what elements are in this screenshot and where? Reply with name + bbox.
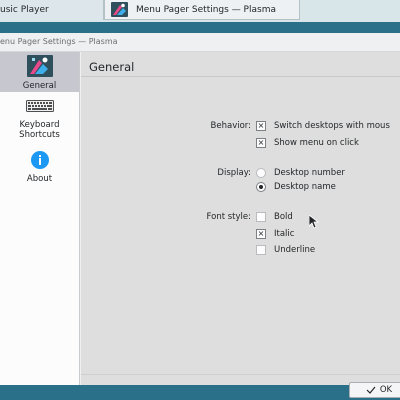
sidebar-item-general[interactable]: General [0,52,79,92]
settings-window: enu Pager Settings — Plasma General Keyb… [0,33,400,398]
checkbox-box [256,245,266,255]
ok-label: OK [379,385,393,395]
radio-circle [256,168,266,178]
desktop-name-radio[interactable]: Desktop name [256,182,336,192]
window-title: enu Pager Settings — Plasma [0,37,118,46]
underline-checkbox[interactable]: Underline [256,245,315,255]
checkbox-box: × [256,229,266,239]
checkbox-label: Switch desktops with mous [274,121,390,131]
window-titlebar[interactable]: enu Pager Settings — Plasma [0,33,400,52]
sidebar-item-keyboard-shortcuts[interactable]: Keyboard Shortcuts [0,98,79,144]
task-menu-pager-settings[interactable]: Menu Pager Settings — Plasma [104,0,300,20]
radio-label: Desktop number [274,168,345,178]
switch-desktops-checkbox[interactable]: × Switch desktops with mous [256,121,390,131]
bold-checkbox[interactable]: Bold [256,212,293,222]
sidebar-item-about[interactable]: About [0,149,79,189]
sidebar: General Keyboard Shortcuts About [0,52,80,385]
checkbox-box: × [256,121,266,131]
task-label: Menu Pager Settings — Plasma [136,4,276,15]
button-divider [81,374,400,375]
checkbox-label: Show menu on click [274,138,359,148]
checkbox-label: Bold [274,212,293,222]
checkbox-box: × [256,138,266,148]
page-title: General [89,60,135,74]
checkbox-box [256,212,266,222]
general-settings-icon [26,55,53,77]
keyboard-icon [25,100,54,112]
checkmark-icon [366,386,376,394]
mouse-cursor-icon [309,215,319,229]
sidebar-item-label: About [26,174,53,184]
display-label: Display: [217,168,251,178]
sidebar-item-label: Keyboard Shortcuts [19,120,60,140]
behavior-label: Behavior: [210,121,251,131]
general-page: General Behavior: × Switch desktops with… [81,52,400,398]
checkbox-label: Italic [274,229,295,239]
sidebar-item-label: General [22,81,57,91]
task-label: usic Player [0,5,49,15]
info-icon [30,151,49,169]
radio-dot [259,185,263,189]
desktop-number-radio[interactable]: Desktop number [256,168,345,178]
task-music-player[interactable]: usic Player [0,0,104,20]
radio-circle [256,182,266,192]
radio-label: Desktop name [274,182,336,192]
italic-checkbox[interactable]: × Italic [256,229,294,239]
title-divider [81,76,400,77]
font-style-label: Font style: [206,212,251,222]
checkbox-label: Underline [274,245,316,255]
ok-button[interactable]: OK [349,382,400,398]
show-menu-on-click-checkbox[interactable]: × Show menu on click [256,138,359,148]
plasma-settings-icon [111,2,128,17]
taskbar: usic Player Menu Pager Settings — Plasma [0,0,400,22]
